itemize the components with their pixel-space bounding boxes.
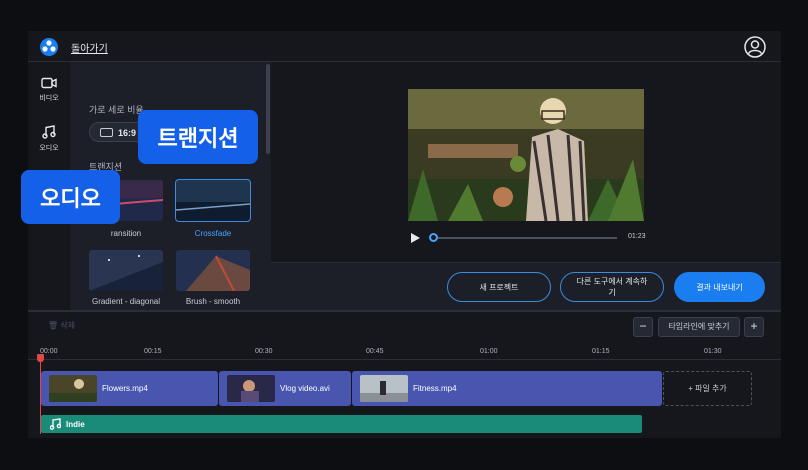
clip-thumbnail — [49, 375, 97, 402]
time-ruler[interactable]: 00:00 00:15 00:30 00:45 01:00 01:15 01:3… — [28, 344, 781, 360]
fit-timeline-button[interactable]: 타임라인에 맞추기 — [658, 317, 740, 337]
panel-scrollbar[interactable] — [266, 64, 270, 154]
play-icon[interactable] — [409, 232, 421, 244]
delete-button[interactable]: 🗑 삭제 — [48, 320, 75, 331]
clip-fitness[interactable]: Fitness.mp4 — [352, 371, 662, 406]
zoom-in-button[interactable]: + — [744, 317, 764, 337]
progress-track[interactable] — [433, 237, 617, 239]
duration-label: 01:23 — [628, 233, 646, 240]
transition-label-0: ransition — [110, 229, 142, 238]
transition-thumb-brush[interactable] — [176, 250, 250, 291]
tick-label: 00:45 — [366, 348, 384, 355]
nav-item-label: 비디오 — [39, 95, 59, 102]
continue-in-other-tool-button[interactable]: 다른 도구에서 계속하기 — [560, 272, 664, 302]
top-bar: 돌아가기 — [28, 31, 781, 62]
editor-app: 돌아가기 비디오 오디오 가로 세로 비율 16:9 트랜지션 ransitio… — [28, 31, 781, 438]
music-note-icon — [42, 125, 56, 139]
callout-transition: 트랜지션 — [138, 110, 258, 164]
callout-audio: 오디오 — [21, 170, 120, 224]
video-camera-icon — [41, 77, 57, 89]
back-link[interactable]: 돌아가기 — [71, 40, 108, 55]
nav-item-label: 오디오 — [39, 145, 59, 152]
transition-thumb-gradient[interactable] — [89, 250, 163, 291]
tick-label: 00:15 — [144, 348, 162, 355]
transition-label-crossfade: Crossfade — [194, 229, 232, 238]
clip-name: Fitness.mp4 — [413, 384, 457, 393]
clip-flowers[interactable]: Flowers.mp4 — [41, 371, 218, 406]
video-preview[interactable] — [408, 89, 644, 221]
app-logo-icon[interactable] — [39, 38, 59, 56]
screen-icon — [100, 128, 113, 137]
playhead[interactable] — [40, 356, 41, 434]
aspect-ratio-value: 16:9 — [118, 128, 137, 138]
export-button[interactable]: 결과 내보내기 — [674, 272, 765, 302]
tick-label: 01:00 — [480, 348, 498, 355]
tick-label: 01:15 — [592, 348, 610, 355]
tick-label: 01:30 — [704, 348, 722, 355]
transition-label-gradient: Gradient - diagonal — [91, 297, 161, 306]
clip-name: Flowers.mp4 — [102, 384, 148, 393]
nav-item-video[interactable]: 비디오 — [28, 68, 70, 110]
timeline-toolbar: 🗑 삭제 − 타임라인에 맞추기 + — [28, 312, 781, 340]
clip-vlog[interactable]: Vlog video.avi — [219, 371, 351, 406]
delete-label: 삭제 — [60, 321, 76, 330]
transition-label-brush: Brush - smooth — [185, 297, 241, 306]
action-bar: 새 프로젝트 다른 도구에서 계속하기 결과 내보내기 — [271, 262, 781, 310]
playhead-handle[interactable] — [37, 354, 44, 362]
user-avatar-icon[interactable] — [744, 36, 766, 58]
audio-track-indie[interactable]: Indie — [41, 415, 642, 433]
preview-area: 01:23 — [271, 62, 781, 262]
add-file-button[interactable]: + 파일 추가 — [663, 371, 752, 406]
clip-name: Vlog video.avi — [280, 384, 330, 393]
clip-thumbnail — [360, 375, 408, 402]
progress-knob[interactable] — [429, 233, 438, 242]
nav-item-audio[interactable]: 오디오 — [28, 116, 70, 158]
timeline: 🗑 삭제 − 타임라인에 맞추기 + 00:00 00:15 00:30 00:… — [28, 310, 781, 438]
audio-track-name: Indie — [66, 420, 85, 429]
ratio-section-label: 가로 세로 비율 — [89, 105, 144, 115]
zoom-out-button[interactable]: − — [633, 317, 653, 337]
music-note-icon — [50, 418, 61, 430]
new-project-button[interactable]: 새 프로젝트 — [447, 272, 551, 302]
transition-thumb-crossfade[interactable] — [175, 179, 251, 222]
clip-thumbnail — [227, 375, 275, 402]
tick-label: 00:30 — [255, 348, 273, 355]
